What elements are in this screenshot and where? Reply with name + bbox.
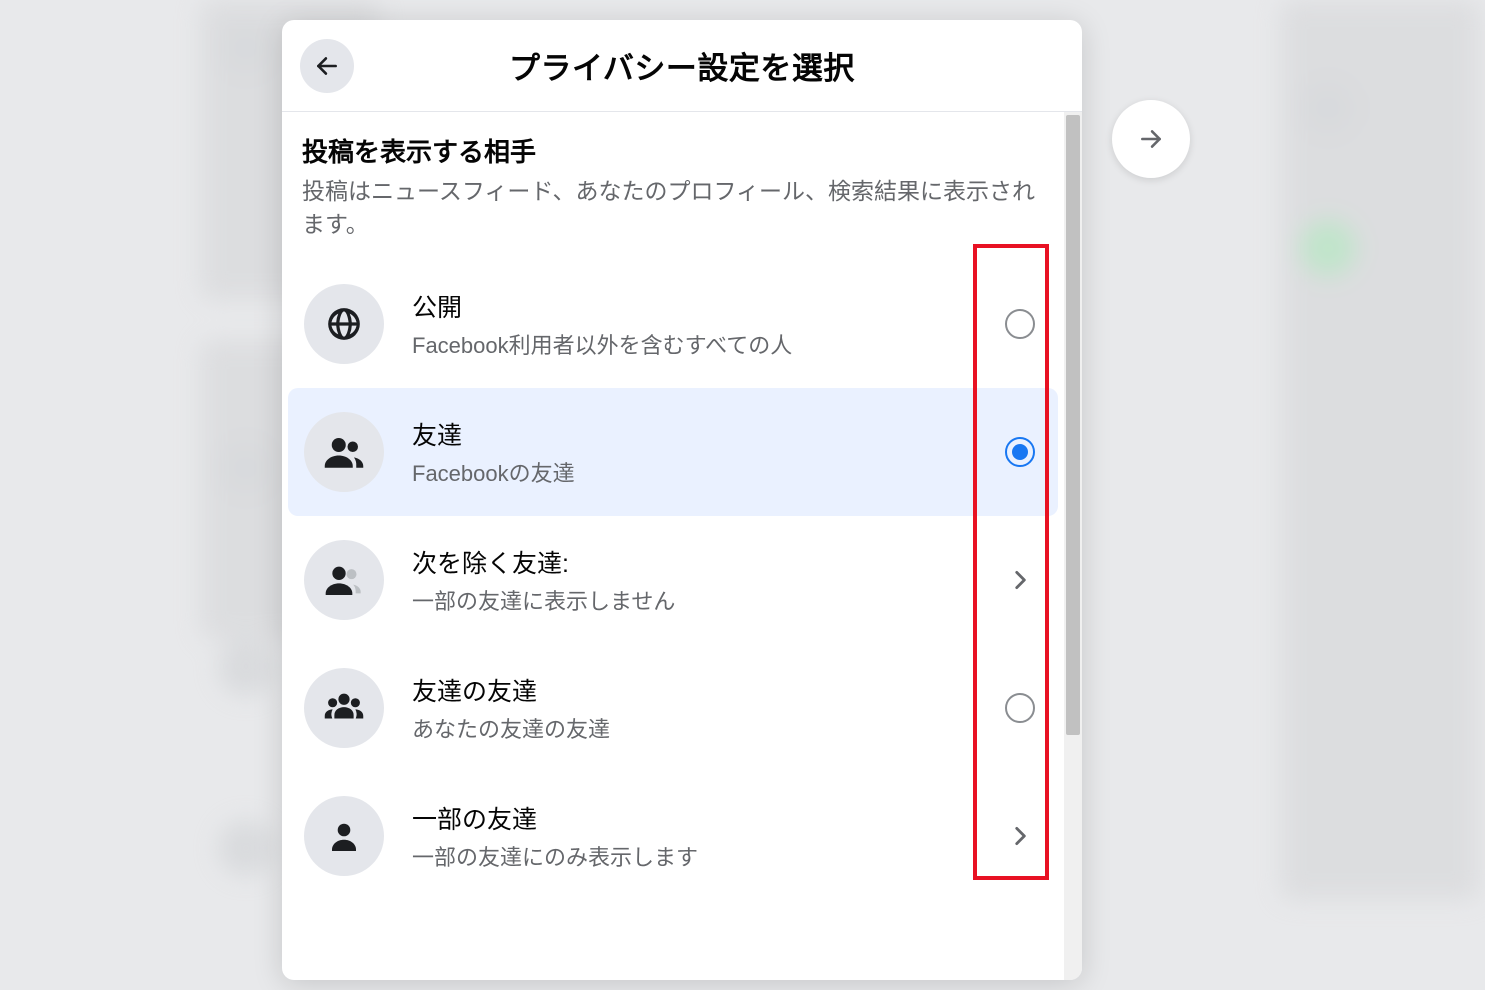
chevron-right-icon <box>1007 823 1033 849</box>
friends-icon <box>304 412 384 492</box>
option-specific-friends[interactable]: 一部の友達 一部の友達にのみ表示します <box>282 772 1064 900</box>
option-description: 一部の友達に表示しません <box>412 584 998 616</box>
privacy-selector-modal: プライバシー設定を選択 投稿を表示する相手 投稿はニュースフィード、あなたのプロ… <box>282 20 1082 980</box>
radio-public[interactable] <box>1005 309 1035 339</box>
option-friends-except[interactable]: 次を除く友達: 一部の友達に表示しません <box>282 516 1064 644</box>
radio-friends-of-friends[interactable] <box>1005 693 1035 723</box>
option-label: 公開 <box>412 288 998 324</box>
globe-icon <box>304 284 384 364</box>
section-description: 投稿はニュースフィード、あなたのプロフィール、検索結果に表示されます。 <box>282 175 1064 260</box>
option-description: 一部の友達にのみ表示します <box>412 840 998 872</box>
option-friends[interactable]: 友達 Facebookの友達 <box>288 388 1058 516</box>
option-label: 友達の友達 <box>412 672 998 708</box>
friends-of-friends-icon <box>304 668 384 748</box>
next-story-button[interactable] <box>1112 100 1190 178</box>
section-title: 投稿を表示する相手 <box>282 132 1064 175</box>
arrow-left-icon <box>314 53 340 79</box>
option-label: 友達 <box>412 416 998 452</box>
person-icon <box>304 796 384 876</box>
scrollbar-thumb[interactable] <box>1066 115 1080 735</box>
chevron-right-icon <box>1007 567 1033 593</box>
modal-header: プライバシー設定を選択 <box>282 20 1082 112</box>
radio-friends[interactable] <box>1005 437 1035 467</box>
back-button[interactable] <box>300 39 354 93</box>
option-label: 一部の友達 <box>412 800 998 836</box>
modal-body: 投稿を表示する相手 投稿はニュースフィード、あなたのプロフィール、検索結果に表示… <box>282 112 1082 980</box>
option-description: Facebook利用者以外を含むすべての人 <box>412 328 998 360</box>
option-description: Facebookの友達 <box>412 456 998 488</box>
arrow-right-icon <box>1138 126 1164 152</box>
option-friends-of-friends[interactable]: 友達の友達 あなたの友達の友達 <box>282 644 1064 772</box>
scrollbar-track[interactable] <box>1064 112 1082 980</box>
option-label: 次を除く友達: <box>412 544 998 580</box>
option-description: あなたの友達の友達 <box>412 712 998 744</box>
friends-except-icon <box>304 540 384 620</box>
modal-title: プライバシー設定を選択 <box>509 43 855 88</box>
options-scroll-area[interactable]: 投稿を表示する相手 投稿はニュースフィード、あなたのプロフィール、検索結果に表示… <box>282 112 1064 980</box>
option-public[interactable]: 公開 Facebook利用者以外を含むすべての人 <box>282 260 1064 388</box>
